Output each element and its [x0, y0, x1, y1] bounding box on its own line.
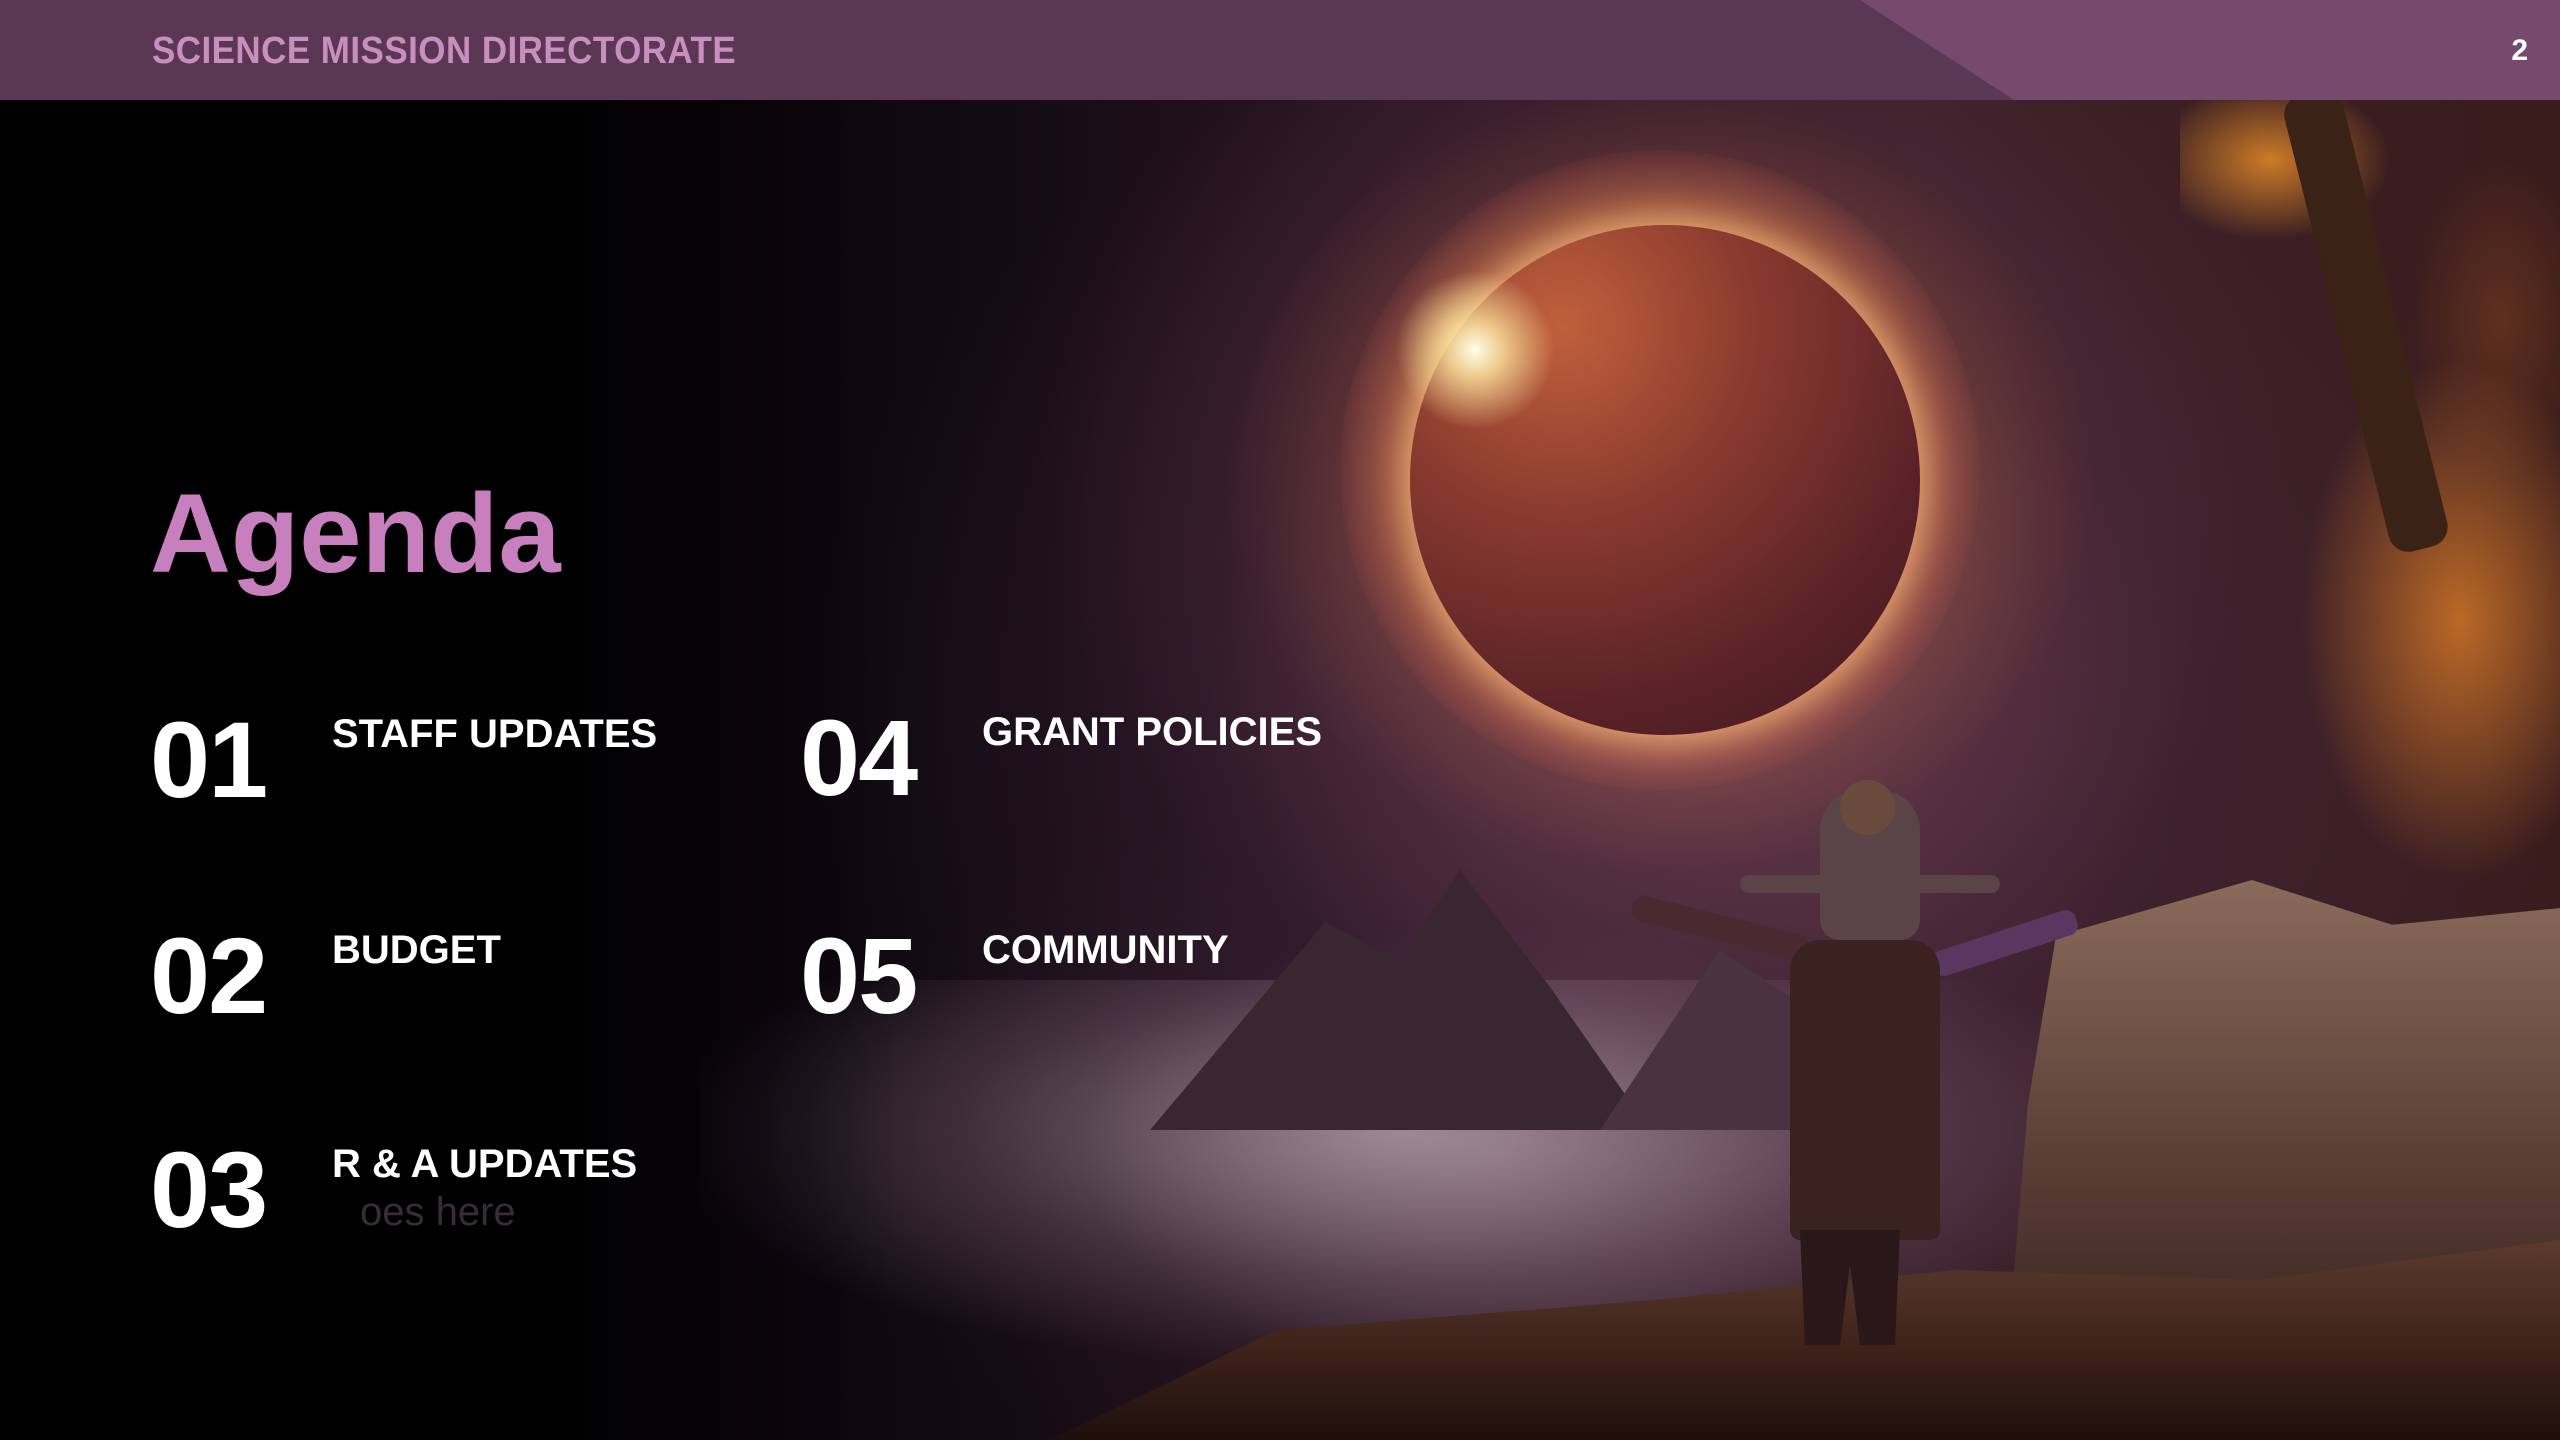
header-bar: SCIENCE MISSION DIRECTORATE 2: [0, 0, 2560, 100]
agenda-item-number: 02: [150, 915, 268, 1036]
agenda-item-label: BUDGET: [332, 928, 501, 972]
page-number: 2: [2511, 34, 2528, 67]
child-head: [1840, 780, 1895, 835]
agenda-item-number: 04: [800, 697, 918, 818]
directorate-title: SCIENCE MISSION DIRECTORATE: [152, 30, 737, 72]
sun-flare: [1395, 270, 1555, 430]
agenda-item-number: 01: [150, 699, 268, 820]
agenda-item-label: GRANT POLICIES: [982, 710, 1323, 754]
placeholder-text: oes here: [360, 1190, 516, 1234]
agenda-item-label: STAFF UPDATES: [332, 712, 658, 756]
agenda-item-number: 05: [800, 915, 918, 1036]
adult-silhouette: [1790, 940, 1940, 1240]
agenda-title: Agenda: [150, 471, 561, 596]
agenda-item-label: R & A UPDATES: [332, 1142, 638, 1186]
agenda-item-label: COMMUNITY: [982, 928, 1229, 972]
agenda-item-number: 03: [150, 1129, 268, 1250]
slide: SCIENCE MISSION DIRECTORATE 2 Agenda 01 …: [0, 0, 2560, 1440]
header-accent-shape: [1860, 0, 2560, 100]
